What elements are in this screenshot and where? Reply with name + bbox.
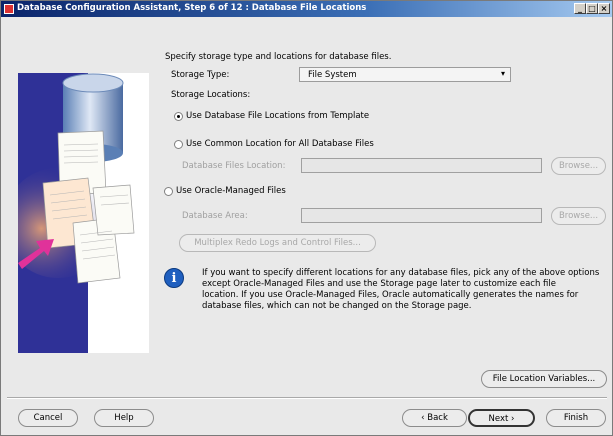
footer-divider (7, 397, 607, 399)
browse-database-area-button[interactable]: Browse... (551, 207, 606, 225)
close-button[interactable]: × (598, 3, 610, 14)
storage-locations-label: Storage Locations: (171, 90, 251, 100)
database-area-input[interactable] (301, 208, 542, 223)
maximize-button[interactable]: □ (586, 3, 598, 14)
cancel-button[interactable]: Cancel (18, 409, 78, 427)
title-bar[interactable]: Database Configuration Assistant, Step 6… (1, 1, 612, 17)
instruction-text: Specify storage type and locations for d… (165, 52, 392, 62)
next-button[interactable]: Next › (468, 409, 535, 427)
storage-type-value: File System (308, 70, 357, 80)
template-locations-label[interactable]: Use Database File Locations from Templat… (186, 111, 369, 121)
template-locations-radio[interactable] (174, 112, 183, 121)
files-location-input[interactable] (301, 158, 542, 173)
minimize-button[interactable]: _ (574, 3, 586, 14)
back-button[interactable]: ‹ Back (402, 409, 467, 427)
database-files-illustration (18, 73, 149, 353)
wizard-illustration (18, 73, 149, 353)
database-area-label: Database Area: (182, 211, 248, 221)
info-line: except Oracle-Managed Files and use the … (202, 279, 556, 289)
info-line: database files, which can not be changed… (202, 301, 472, 311)
multiplex-redo-logs-button[interactable]: Multiplex Redo Logs and Control Files... (179, 234, 376, 252)
next-label: Next (488, 414, 509, 424)
storage-type-select[interactable]: File System ▾ (299, 67, 511, 82)
info-line: location. If you use Oracle-Managed File… (202, 290, 579, 300)
storage-type-label: Storage Type: (171, 70, 230, 80)
oracle-managed-label[interactable]: Use Oracle-Managed Files (176, 186, 286, 196)
finish-button[interactable]: Finish (546, 409, 606, 427)
common-location-radio[interactable] (174, 140, 183, 149)
chevron-right-icon: › (508, 414, 515, 424)
window-title: Database Configuration Assistant, Step 6… (17, 3, 367, 13)
back-label: Back (427, 413, 448, 423)
files-location-label: Database Files Location: (182, 161, 286, 171)
file-location-variables-button[interactable]: File Location Variables... (481, 370, 607, 388)
info-line: If you want to specify different locatio… (202, 268, 600, 278)
info-message: If you want to specify different locatio… (202, 268, 607, 312)
common-location-label[interactable]: Use Common Location for All Database Fil… (186, 139, 374, 149)
chevron-down-icon: ▾ (500, 69, 505, 78)
app-icon (4, 4, 14, 14)
browse-files-location-button[interactable]: Browse... (551, 157, 606, 175)
help-button[interactable]: Help (94, 409, 154, 427)
info-icon: i (164, 268, 184, 288)
dialog-window: Database Configuration Assistant, Step 6… (0, 0, 613, 436)
oracle-managed-radio[interactable] (164, 187, 173, 196)
